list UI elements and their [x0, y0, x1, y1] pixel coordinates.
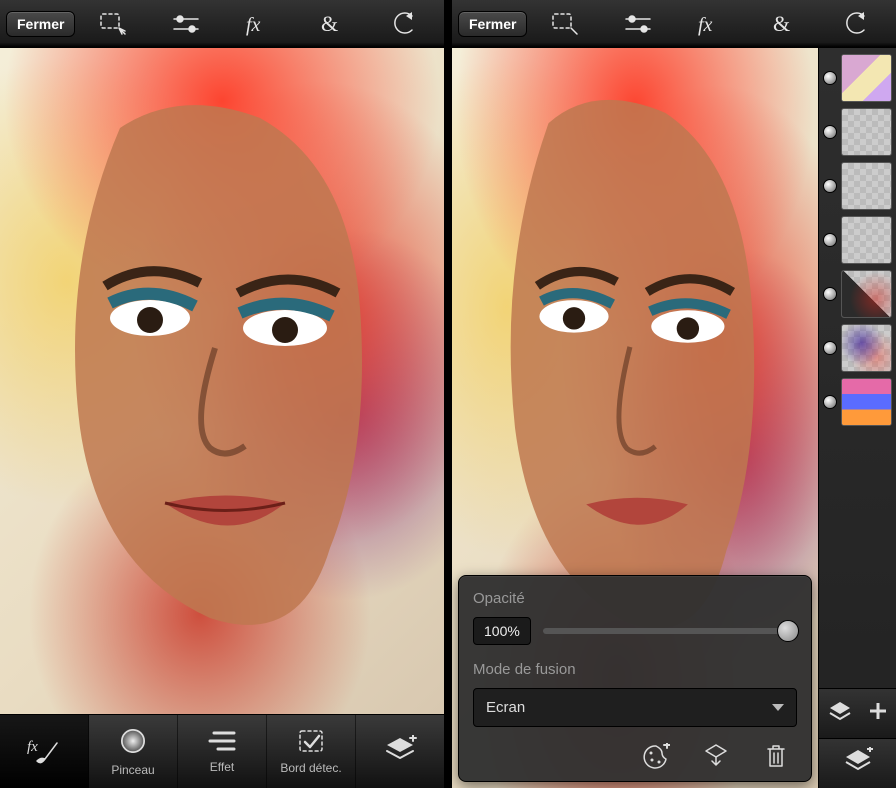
effect-lines-icon [208, 729, 236, 756]
layer-options-panel: Opacité 100% Mode de fusion Ecran [458, 575, 812, 782]
selection-brush-icon[interactable] [79, 0, 148, 47]
visibility-toggle-icon[interactable] [823, 233, 837, 247]
edge-detect-icon [297, 728, 325, 757]
layers-plus-icon [842, 747, 874, 780]
layer-row[interactable] [823, 54, 892, 102]
blend-mode-value: Ecran [486, 699, 525, 716]
layer-row[interactable] [823, 378, 892, 426]
close-button[interactable]: Fermer [458, 11, 527, 37]
visibility-toggle-icon[interactable] [823, 125, 837, 139]
edge-detect-button[interactable]: Bord détec. [267, 715, 356, 788]
layers-panel [818, 48, 896, 788]
layer-row[interactable] [823, 108, 892, 156]
layer-row[interactable] [823, 162, 892, 210]
artwork-canvas[interactable] [0, 48, 444, 714]
opacity-slider[interactable] [543, 628, 797, 634]
fx-brush-icon: fx [27, 735, 61, 768]
svg-text:fx: fx [698, 14, 713, 36]
screen-left: Fermer fx & [0, 0, 444, 788]
blend-mode-label: Mode de fusion [473, 661, 797, 678]
merge-down-icon[interactable] [701, 741, 731, 771]
visibility-toggle-icon[interactable] [823, 395, 837, 409]
brush-label: Pinceau [111, 763, 154, 777]
layers-icon[interactable] [827, 699, 853, 728]
visibility-toggle-icon[interactable] [823, 341, 837, 355]
brush-button[interactable]: Pinceau [89, 715, 178, 788]
visibility-toggle-icon[interactable] [823, 71, 837, 85]
palette-icon[interactable] [641, 741, 671, 771]
opacity-label: Opacité [473, 590, 797, 607]
svg-text:&: & [321, 12, 338, 36]
layer-row[interactable] [823, 270, 892, 318]
close-button[interactable]: Fermer [6, 11, 75, 37]
layer-row[interactable] [823, 324, 892, 372]
screen-right: Fermer fx & [452, 0, 896, 788]
svg-text:fx: fx [27, 739, 38, 755]
trash-icon[interactable] [761, 741, 791, 771]
fx-icon[interactable]: fx [224, 0, 293, 47]
ampersand-icon[interactable]: & [297, 0, 366, 47]
add-icon[interactable] [868, 701, 888, 726]
layers-list[interactable] [819, 48, 896, 688]
layers-toggle-row [819, 688, 896, 738]
svg-text:&: & [773, 12, 790, 36]
svg-text:fx: fx [246, 14, 261, 36]
layer-thumbnail[interactable] [841, 108, 892, 156]
fx-brush-button[interactable]: fx [0, 715, 89, 788]
edge-label: Bord détec. [280, 761, 341, 775]
adjustments-icon[interactable] [604, 0, 673, 47]
portrait-illustration [0, 48, 444, 714]
layer-thumbnail[interactable] [841, 162, 892, 210]
visibility-toggle-icon[interactable] [823, 287, 837, 301]
undo-icon[interactable] [821, 0, 890, 47]
circle-brush-icon [118, 726, 148, 759]
layer-thumbnail[interactable] [841, 54, 892, 102]
layer-thumbnail[interactable] [841, 216, 892, 264]
layer-thumbnail[interactable] [841, 324, 892, 372]
chevron-down-icon [772, 704, 784, 711]
effect-button[interactable]: Effet [178, 715, 267, 788]
opacity-value[interactable]: 100% [473, 617, 531, 645]
fx-icon[interactable]: fx [676, 0, 745, 47]
ampersand-icon[interactable]: & [749, 0, 818, 47]
bottom-toolbar: fx Pinceau Effet Bord détec. [0, 714, 444, 788]
blend-mode-select[interactable]: Ecran [473, 688, 797, 727]
layer-thumbnail[interactable] [841, 378, 892, 426]
undo-icon[interactable] [369, 0, 438, 47]
selection-brush-icon[interactable] [531, 0, 600, 47]
top-toolbar: Fermer fx & [0, 0, 444, 48]
layers-add-row[interactable] [819, 738, 896, 788]
effect-label: Effet [210, 760, 234, 774]
main-area: Opacité 100% Mode de fusion Ecran [452, 48, 896, 788]
layer-row[interactable] [823, 216, 892, 264]
layer-thumbnail[interactable] [841, 270, 892, 318]
layers-add-button[interactable] [356, 715, 444, 788]
adjustments-icon[interactable] [152, 0, 221, 47]
visibility-toggle-icon[interactable] [823, 179, 837, 193]
layers-plus-icon [383, 735, 417, 768]
top-toolbar: Fermer fx & [452, 0, 896, 48]
